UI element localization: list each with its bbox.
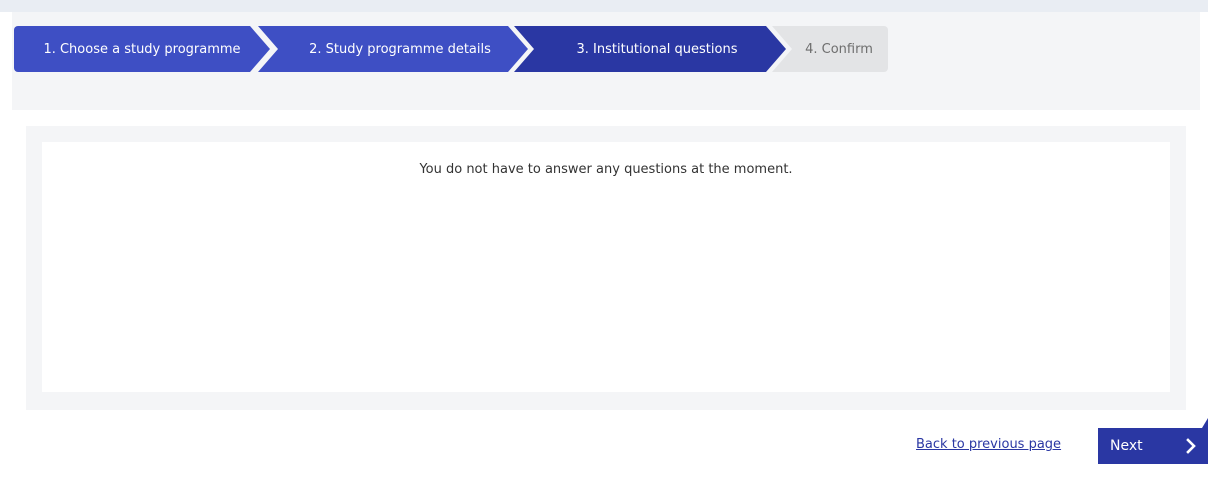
questions-content: You do not have to answer any questions … [42, 142, 1170, 392]
step-programme-details[interactable]: 2. Study programme details [258, 26, 528, 72]
step-label: 1. Choose a study programme [43, 41, 241, 57]
step-choose-programme[interactable]: 1. Choose a study programme [14, 26, 270, 72]
step-confirm: 4. Confirm [772, 26, 888, 72]
page-header-strip [0, 0, 1208, 12]
step-institutional-questions[interactable]: 3. Institutional questions [514, 26, 786, 72]
corner-decoration [1202, 418, 1208, 428]
step-label: 2. Study programme details [309, 41, 491, 57]
step-label: 4. Confirm [805, 41, 873, 57]
next-button-label: Next [1110, 438, 1143, 454]
chevron-right-icon [1186, 438, 1196, 454]
back-to-previous-link[interactable]: Back to previous page [916, 437, 1061, 452]
next-button[interactable]: Next [1098, 428, 1208, 464]
no-questions-message: You do not have to answer any questions … [419, 162, 793, 177]
progress-stepper: 1. Choose a study programme 2. Study pro… [14, 26, 888, 72]
step-label: 3. Institutional questions [576, 41, 738, 57]
